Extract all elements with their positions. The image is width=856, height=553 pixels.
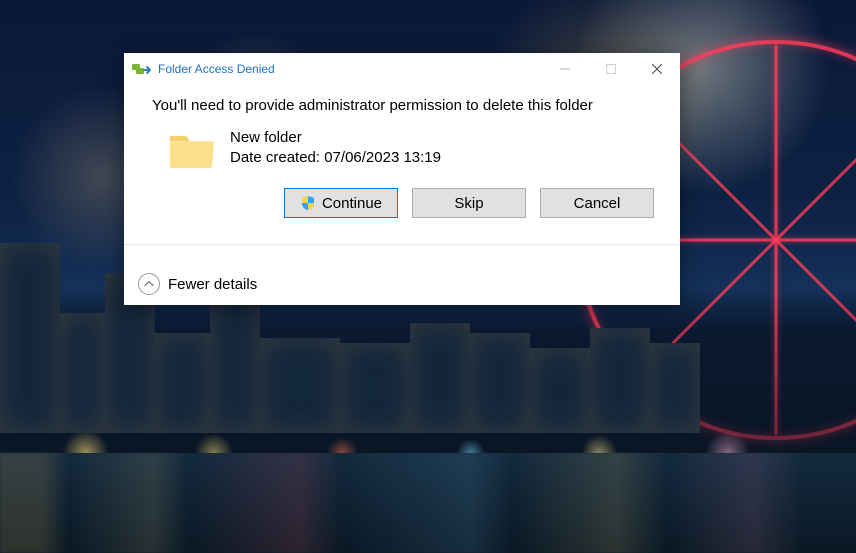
divider: [124, 244, 680, 245]
water-reflection-decor: [0, 453, 856, 553]
uac-shield-icon: [300, 195, 316, 211]
titlebar[interactable]: Folder Access Denied: [124, 53, 680, 85]
folder-access-denied-dialog: Folder Access Denied You'll need to prov…: [124, 53, 680, 305]
skip-label: Skip: [454, 195, 483, 212]
cancel-label: Cancel: [574, 195, 621, 212]
skip-button[interactable]: Skip: [412, 188, 526, 218]
minimize-button[interactable]: [542, 53, 588, 85]
close-button[interactable]: [634, 53, 680, 85]
chevron-up-icon[interactable]: [138, 273, 160, 295]
permission-message: You'll need to provide administrator per…: [152, 97, 658, 114]
details-toggle[interactable]: Fewer details: [168, 276, 257, 293]
target-item-text: New folder Date created: 07/06/2023 13:1…: [230, 128, 441, 169]
dialog-content: You'll need to provide administrator per…: [124, 85, 680, 263]
dialog-title: Folder Access Denied: [158, 62, 542, 76]
button-row: Continue Skip Cancel: [152, 188, 658, 218]
continue-button[interactable]: Continue: [284, 188, 398, 218]
window-controls: [542, 53, 680, 85]
item-name: New folder: [230, 128, 441, 148]
target-item: New folder Date created: 07/06/2023 13:1…: [152, 128, 658, 170]
dialog-footer: Fewer details: [124, 263, 680, 305]
continue-label: Continue: [322, 195, 382, 212]
dialog-icon: [132, 61, 154, 77]
maximize-button[interactable]: [588, 53, 634, 85]
cancel-button[interactable]: Cancel: [540, 188, 654, 218]
folder-icon: [168, 130, 216, 170]
item-date-created: Date created: 07/06/2023 13:19: [230, 148, 441, 168]
